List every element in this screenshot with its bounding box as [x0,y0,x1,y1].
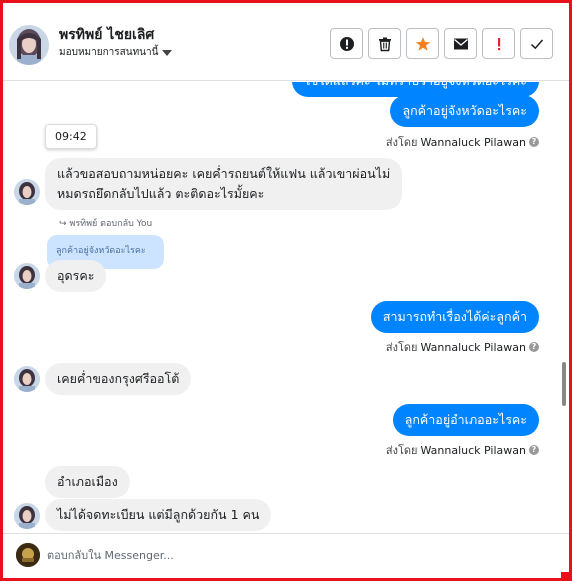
reply-context-text: พรทิพย์ ตอบกลับ You [69,219,153,229]
outgoing-message-bubble[interactable]: ลูกค้าอยู่อำเภออะไรคะ [392,404,539,436]
star-button[interactable] [406,28,439,59]
contact-avatar[interactable] [9,25,49,65]
sent-by-label: ส่งโดย Wannaluck Pilawan ? [386,441,539,459]
mark-unread-button[interactable] [444,28,477,59]
assign-conversation-dropdown[interactable]: มอบหมายการสนทนานี้ [59,45,173,60]
contact-avatar-small[interactable] [14,263,40,289]
message-line: แล้วขอสอบถามหน่อยคะ เคยค่ำรถยนต์ให้แฟน แ… [57,166,391,181]
alert-circle-icon [339,36,354,51]
incoming-message-bubble[interactable]: อุดรคะ [45,260,107,292]
reply-context-label: ↪ พรทิพย์ ตอบกลับ You [59,219,153,229]
mark-spam-button[interactable] [330,28,363,59]
sent-by-label: ส่งโดย Wannaluck Pilawan ? [386,338,539,356]
message-line: หมดรถยึดกลับไปแล้ว ตะติดอะไรมั้ยคะ [57,186,265,201]
contact-name[interactable]: พรทิพย์ ไชยเลิศ [59,24,154,46]
assign-label: มอบหมายการสนทนานี้ [59,47,159,58]
reply-input[interactable] [47,542,547,568]
trash-icon [378,37,391,51]
message-thread[interactable]: ใช้ได้แล้วค่ะ ไม่ทราบว่าอยู่จังหวัดอะไรค… [3,82,569,531]
exclamation-icon [497,37,500,50]
page-avatar [16,543,40,567]
checkmark-icon [530,39,543,49]
header-actions [330,28,553,59]
caret-down-icon [162,49,173,56]
sent-by-prefix: ส่งโดย [385,136,418,149]
follow-up-button[interactable] [482,28,515,59]
contact-avatar-small[interactable] [14,503,40,529]
incoming-message-bubble[interactable]: แล้วขอสอบถามหน่อยคะ เคยค่ำรถยนต์ให้แฟน แ… [45,158,403,210]
timestamp-tooltip: 09:42 [45,124,97,149]
incoming-message-bubble[interactable]: เคยค่ำของกรุงศรีออโต้ [45,363,192,395]
sender-name[interactable]: Wannaluck Pilawan [421,136,527,149]
sent-by-label: ส่งโดย Wannaluck Pilawan ? [386,133,539,151]
delete-button[interactable] [368,28,401,59]
contact-avatar-small[interactable] [14,179,40,205]
conversation-header: พรทิพย์ ไชยเลิศ มอบหมายการสนทนานี้ [3,3,569,81]
incoming-message-bubble[interactable]: ไม่ได้จดทะเบียน แต่มีลูกด้วยกัน 1 คน [45,499,272,531]
sender-name[interactable]: Wannaluck Pilawan [421,341,527,354]
info-icon[interactable]: ? [529,342,539,352]
reply-composer [3,533,569,578]
mark-done-button[interactable] [520,28,553,59]
contact-avatar-small[interactable] [14,366,40,392]
info-icon[interactable]: ? [529,445,539,455]
corner-marker [561,572,569,578]
outgoing-message-bubble[interactable]: ลูกค้าอยู่จังหวัดอะไรคะ [390,95,539,127]
sent-by-prefix: ส่งโดย [385,341,418,354]
star-icon [415,36,430,51]
outgoing-message-bubble[interactable]: สามารถทำเรื่องได้ค่ะลูกค้า [370,301,539,333]
incoming-message-bubble[interactable]: อำเภอเมือง [45,466,130,498]
sender-name[interactable]: Wannaluck Pilawan [421,444,527,457]
envelope-icon [453,38,468,49]
thread-scrollbar[interactable] [562,362,566,406]
info-icon[interactable]: ? [529,137,539,147]
sent-by-prefix: ส่งโดย [385,444,418,457]
